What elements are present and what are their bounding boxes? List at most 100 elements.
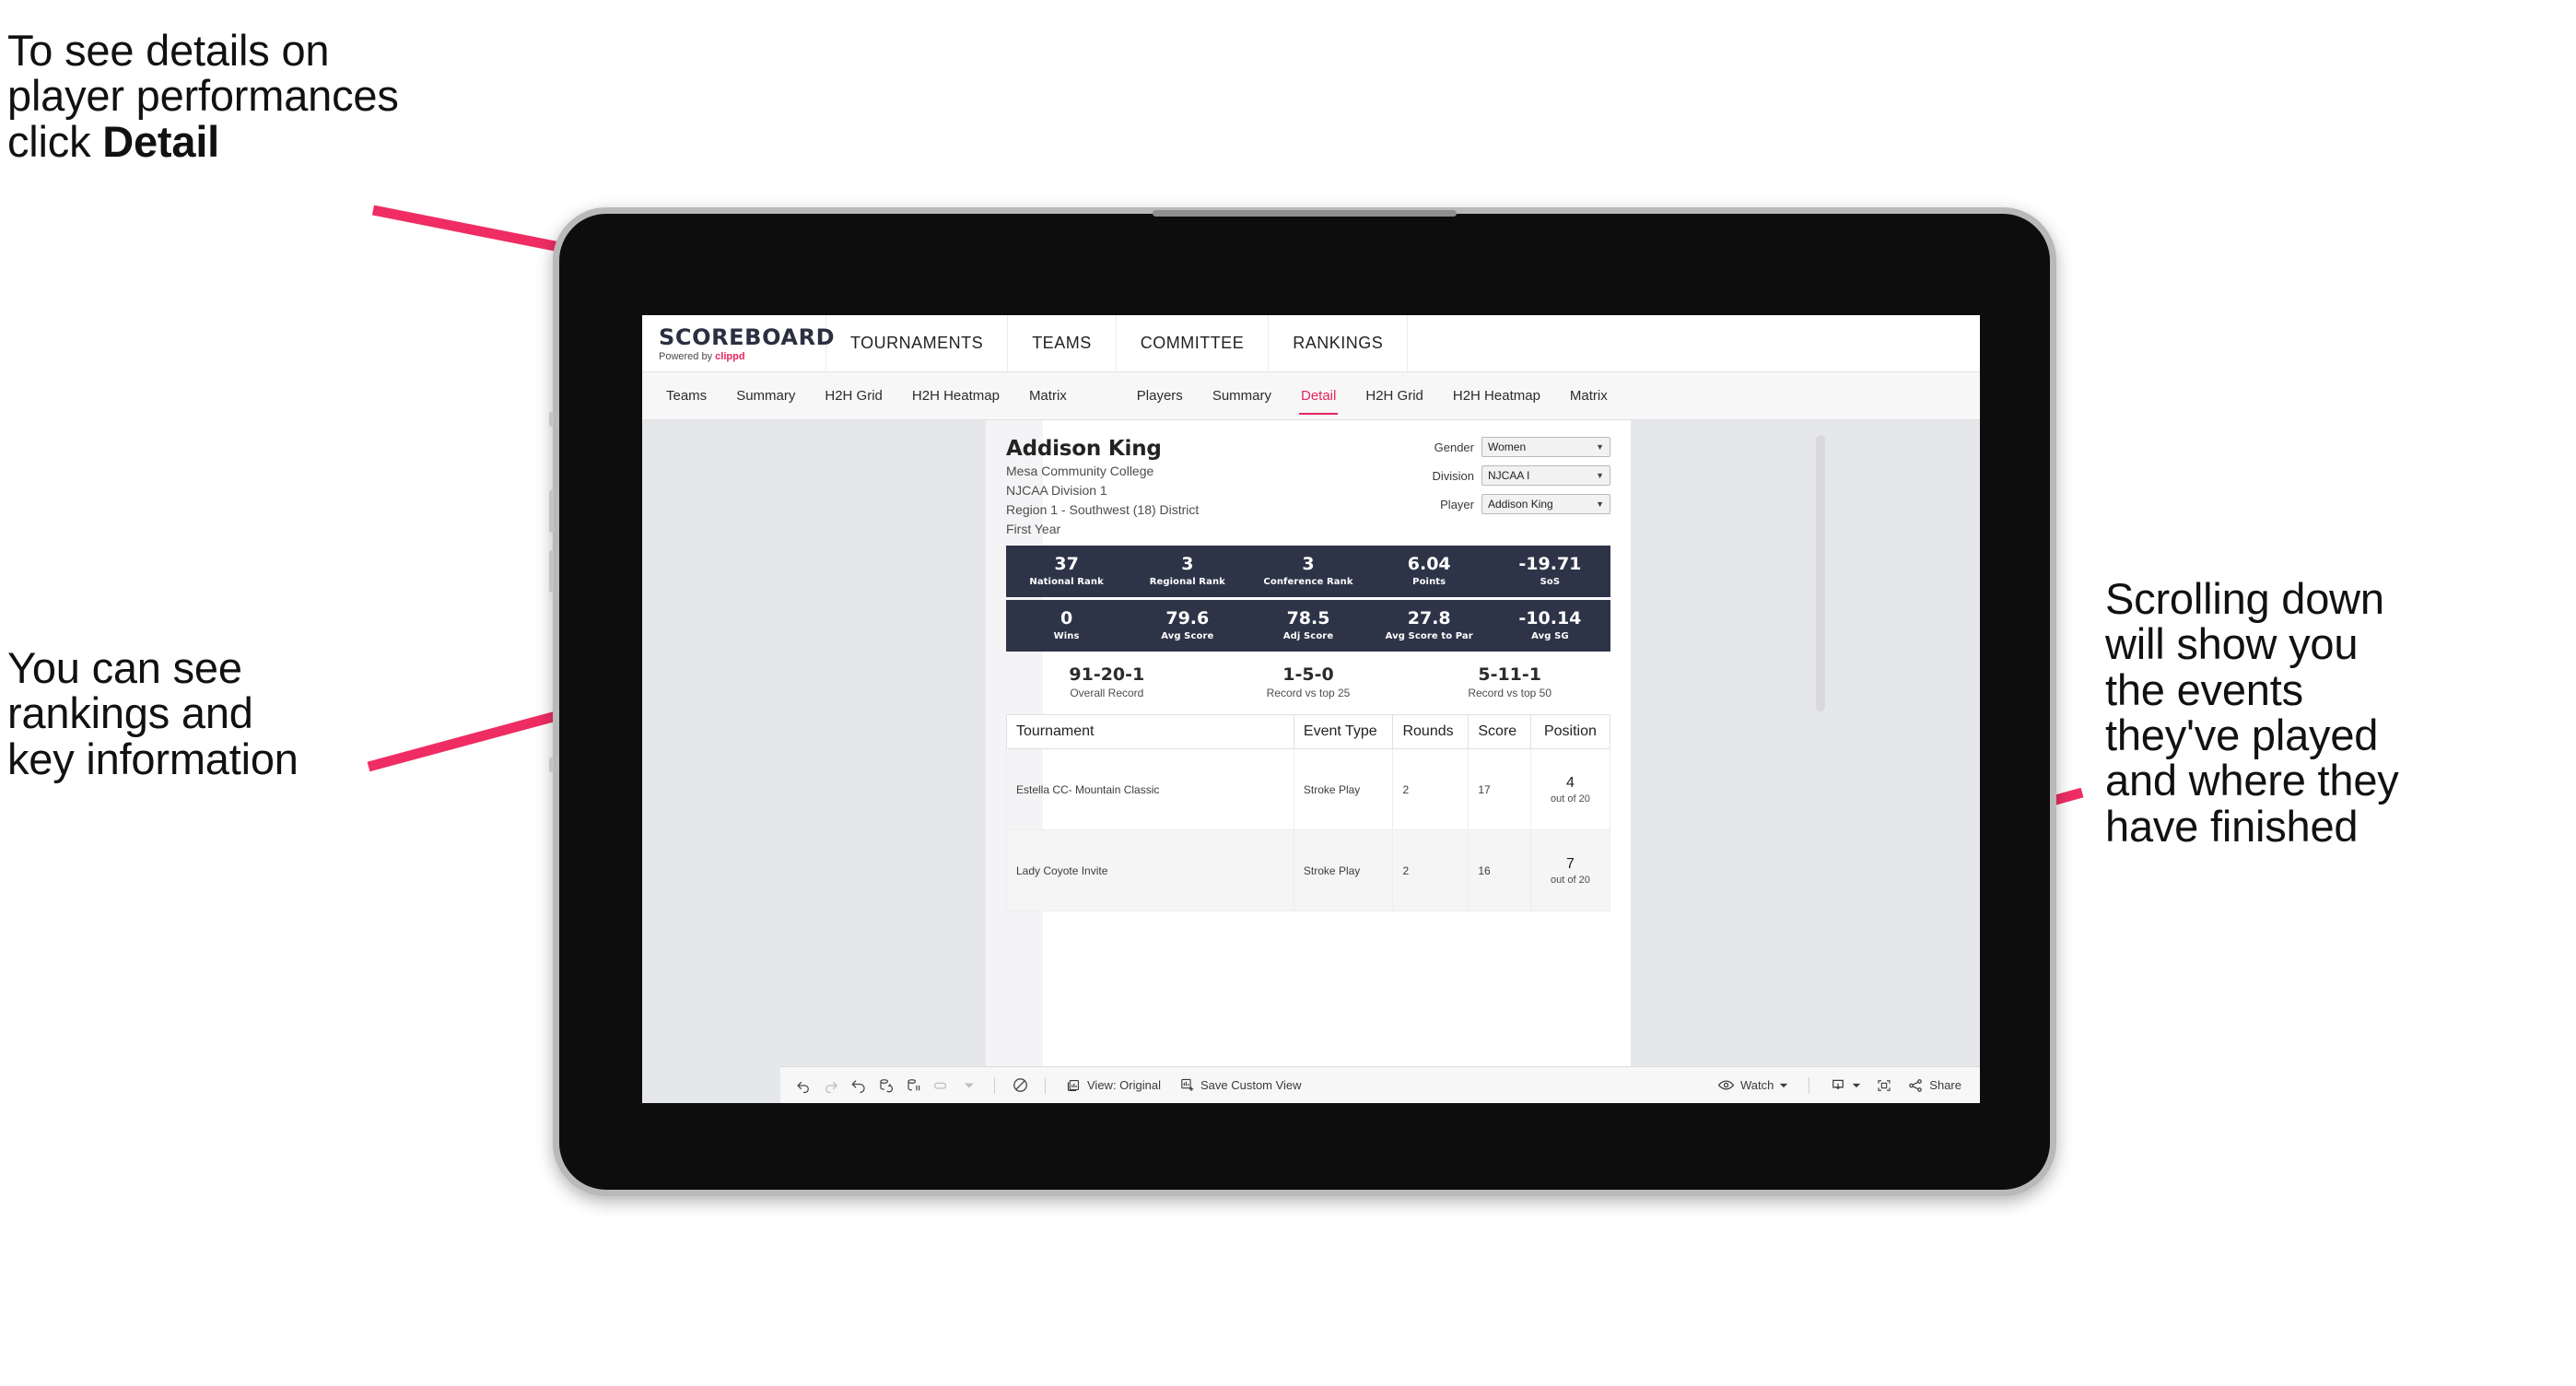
stat-value: 3 [1302,554,1315,575]
toolbar-divider [1045,1076,1046,1094]
redo-icon[interactable] [817,1072,845,1099]
chevron-down-icon[interactable] [955,1072,983,1099]
filter-gender-select[interactable]: Women ▼ [1481,437,1610,457]
table-row[interactable]: Lady Coyote Invite Stroke Play 2 16 7 ou… [1006,829,1611,912]
slide-canvas: To see details on player performances cl… [0,0,2576,1386]
col-header-rounds[interactable]: Rounds [1392,714,1469,750]
view-original-button[interactable]: View: Original [1057,1072,1170,1099]
stat-value: -19.71 [1518,554,1582,575]
revert-icon[interactable] [845,1072,872,1099]
view-icon [1066,1077,1082,1093]
tablet-volume-down-button [549,550,554,593]
annotation-scroll-hint: Scrolling down will show you the events … [2105,574,2399,851]
filter-player-value: Addison King [1488,498,1553,511]
app-logo[interactable]: SCOREBOARD Powered by clippd [642,315,836,372]
stat-label: Adj Score [1282,631,1334,642]
subnav-teams[interactable]: Teams [651,372,721,420]
record-vs-top-50: 5-11-1 Record vs top 50 [1409,664,1610,699]
pause-refresh-icon[interactable] [1006,1072,1034,1099]
workspace: Addison King Mesa Community College NJCA… [642,420,1980,1066]
logo-subtitle: Powered by clippd [659,351,825,362]
watch-button[interactable]: Watch [1708,1072,1797,1099]
subnav-players-summary[interactable]: Summary [1198,372,1286,420]
ranking-stats-band: 37 National Rank 3 Regional Rank 3 Confe… [1006,546,1610,598]
stat-conference-rank: 3 Conference Rank [1247,554,1368,587]
stat-value: 6.04 [1407,554,1451,575]
stat-label: Regional Rank [1149,577,1225,588]
top-nav-rankings[interactable]: RANKINGS [1269,315,1409,372]
cell-event-type: Stroke Play [1293,748,1394,831]
toolbar-divider [994,1076,995,1094]
position-out-of: out of 20 [1551,793,1590,805]
save-custom-view-button[interactable]: Save Custom View [1170,1072,1311,1099]
table-row[interactable]: Estella CC- Mountain Classic Stroke Play… [1006,748,1611,831]
filter-player-label: Player [1440,497,1474,511]
col-header-position[interactable]: Position [1529,714,1611,750]
filters-panel: Gender Women ▼ Division NJCAA I ▼ Player… [1417,437,1610,523]
logo-title: SCOREBOARD [659,324,836,350]
cell-position: 7 out of 20 [1529,829,1611,912]
stat-value: 27.8 [1407,608,1451,629]
col-header-tournament[interactable]: Tournament [1006,714,1294,750]
tablet-speaker-grill [1153,210,1457,217]
stat-label: Avg SG [1531,631,1569,642]
stat-avg-score: 79.6 Avg Score [1127,608,1247,642]
undo-icon[interactable] [790,1072,817,1099]
col-header-event-type[interactable]: Event Type [1293,714,1394,750]
stat-value: 37 [1054,554,1079,575]
filter-division-value: NJCAA I [1488,469,1530,482]
chevron-down-icon: ▼ [1596,471,1604,480]
subnav-players-detail[interactable]: Detail [1286,372,1351,420]
top-nav-tournaments[interactable]: TOURNAMENTS [826,315,1009,372]
subnav-players[interactable]: Players [1122,372,1198,420]
subnav-players-h2h-grid[interactable]: H2H Grid [1351,372,1438,420]
stat-label: National Rank [1029,577,1104,588]
filter-gender-row: Gender Women ▼ [1417,437,1610,457]
stat-value: 79.6 [1165,608,1210,629]
subnav-teams-h2h-heatmap[interactable]: H2H Heatmap [897,372,1014,420]
stat-regional-rank: 3 Regional Rank [1127,555,1247,588]
view-original-label: View: Original [1087,1078,1161,1092]
pause-data-icon[interactable] [900,1072,928,1099]
share-button[interactable]: Share [1898,1072,1971,1099]
vertical-scrollbar[interactable] [1816,435,1825,711]
record-value: 1-5-0 [1282,664,1334,686]
top-nav-teams[interactable]: TEAMS [1008,315,1117,372]
top-nav-committee[interactable]: COMMITTEE [1117,315,1270,372]
tablet-volume-up-button [549,490,554,533]
stat-adj-score: 78.5 Adj Score [1247,608,1368,642]
filter-player-row: Player Addison King ▼ [1417,494,1610,514]
download-button[interactable] [1821,1072,1870,1099]
subnav-players-h2h-heatmap[interactable]: H2H Heatmap [1438,372,1555,420]
refresh-data-icon[interactable] [872,1072,900,1099]
col-header-score[interactable]: Score [1468,714,1531,750]
stat-value: 78.5 [1286,608,1330,629]
cell-rounds: 2 [1392,748,1469,831]
player-class-year: First Year [1006,522,1061,537]
bottom-toolbar: View: Original Save Custom View Watch Sh… [780,1066,1980,1103]
player-detail-document: Addison King Mesa Community College NJCA… [986,420,1631,1066]
filter-division-row: Division NJCAA I ▼ [1417,465,1610,486]
position-value: 7 [1566,855,1575,872]
stat-points: 6.04 Points [1369,554,1490,587]
record-value: 5-11-1 [1478,664,1541,686]
subnav-players-matrix[interactable]: Matrix [1555,372,1622,420]
fullscreen-icon[interactable] [1870,1072,1898,1099]
save-custom-view-label: Save Custom View [1200,1078,1302,1092]
cell-tournament: Lady Coyote Invite [1006,829,1294,912]
record-label: Record vs top 50 [1468,687,1552,700]
subnav-teams-h2h-grid[interactable]: H2H Grid [810,372,897,420]
filter-player-select[interactable]: Addison King ▼ [1481,494,1610,514]
annotation-detail-hint-bold: Detail [102,116,220,166]
subnav-teams-summary[interactable]: Summary [721,372,810,420]
stat-label: Avg Score [1161,631,1214,642]
player-header: Addison King Mesa Community College NJCA… [1006,437,1610,538]
events-table-body: Estella CC- Mountain Classic Stroke Play… [1006,748,1611,912]
chevron-down-icon: ▼ [1596,442,1604,452]
logo-powered-by: Powered by [659,351,716,362]
filter-division-select[interactable]: NJCAA I ▼ [1481,465,1610,486]
pause-auto-update-icon[interactable] [928,1072,955,1099]
subnav-teams-matrix[interactable]: Matrix [1014,372,1082,420]
stat-avg-sg: -10.14 Avg SG [1490,609,1610,642]
logo-brand-clippd: clippd [715,351,745,362]
